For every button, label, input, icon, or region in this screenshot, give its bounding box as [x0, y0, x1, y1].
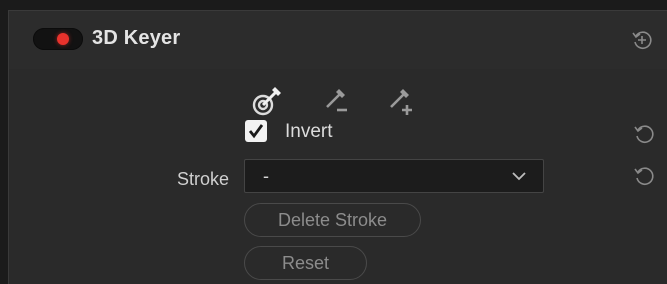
- stroke-label: Stroke: [176, 169, 229, 189]
- delete-stroke-button[interactable]: Delete Stroke: [244, 203, 421, 237]
- stroke-dropdown[interactable]: -: [244, 159, 544, 193]
- eyedropper-subtract-icon[interactable]: [319, 83, 353, 117]
- panel-header: 3D Keyer: [9, 11, 667, 69]
- chevron-down-icon: [512, 172, 526, 181]
- stroke-selected-value: -: [263, 166, 269, 186]
- invert-label: Invert: [285, 121, 333, 142]
- reset-button[interactable]: Reset: [244, 246, 367, 280]
- invert-checkbox[interactable]: [245, 120, 267, 142]
- toggle-indicator: [57, 33, 69, 45]
- eyedropper-picker-icon[interactable]: [251, 83, 285, 117]
- reset-all-icon[interactable]: [631, 29, 653, 51]
- stroke-reset-icon[interactable]: [633, 165, 655, 187]
- enable-toggle[interactable]: [33, 28, 83, 50]
- eyedropper-add-icon[interactable]: [383, 83, 417, 117]
- panel-title: 3D Keyer: [92, 27, 181, 49]
- invert-reset-icon[interactable]: [633, 123, 655, 145]
- checkmark-icon: [248, 124, 264, 139]
- 3d-keyer-panel: 3D Keyer Invert Stroke - Delete Stroke R…: [8, 10, 667, 284]
